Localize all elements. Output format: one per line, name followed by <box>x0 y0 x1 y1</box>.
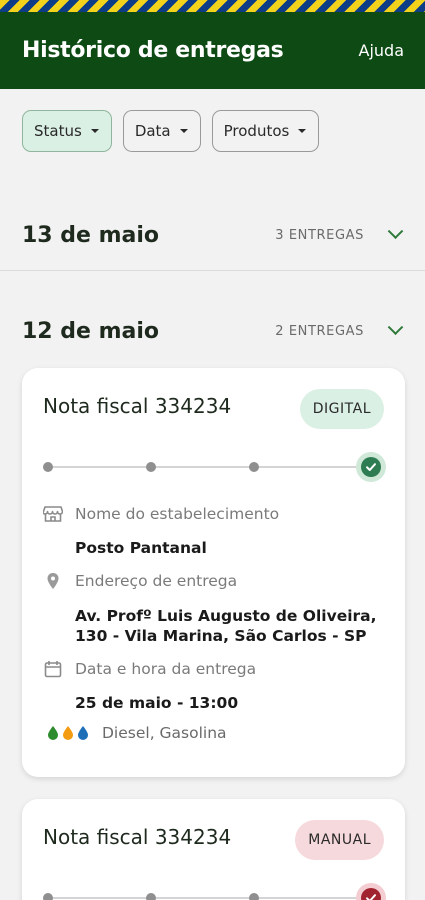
establishment-row: Nome do estabelecimento <box>43 504 279 524</box>
section-header-13-maio[interactable]: 13 de maio 3 ENTREGAS <box>0 217 425 253</box>
card-title: Nota fiscal 334234 <box>43 394 232 418</box>
fuel-drop-icon <box>48 726 58 740</box>
caret-down-icon <box>90 129 99 133</box>
filter-status-chip[interactable]: Status <box>22 110 112 152</box>
fuel-drop-icon <box>78 726 88 740</box>
filter-products-chip[interactable]: Produtos <box>211 110 320 152</box>
datetime-label: Data e hora da entrega <box>75 660 257 678</box>
card-title: Nota fiscal 334234 <box>43 825 232 849</box>
app-bar: Histórico de entregas Ajuda <box>0 12 425 89</box>
help-link[interactable]: Ajuda <box>359 41 405 60</box>
page-title: Histórico de entregas <box>22 38 284 63</box>
filter-bar: Status Data Produtos <box>22 110 320 152</box>
section-date: 12 de maio <box>22 318 160 344</box>
caret-down-icon <box>298 129 307 133</box>
progress-step <box>249 893 259 900</box>
progress-line <box>47 466 372 468</box>
filter-date-label: Data <box>134 122 171 140</box>
section-date: 13 de maio <box>22 222 160 248</box>
section-count: 3 ENTREGAS <box>275 227 364 243</box>
chevron-down-icon[interactable] <box>387 222 404 239</box>
progress-step <box>43 462 53 472</box>
progress-step <box>249 462 259 472</box>
delivery-progress <box>42 883 386 900</box>
chevron-down-icon[interactable] <box>387 318 404 335</box>
filter-products-label: Produtos <box>223 122 290 140</box>
establishment-label: Nome do estabelecimento <box>75 505 280 523</box>
delivery-progress <box>42 452 386 482</box>
location-pin-icon <box>43 571 63 591</box>
address-label: Endereço de entrega <box>75 572 238 590</box>
filter-date-chip[interactable]: Data <box>122 110 201 152</box>
status-badge: DIGITAL <box>299 389 384 429</box>
top-stripe <box>0 0 425 12</box>
fuel-icons <box>48 726 88 740</box>
section-divider <box>0 270 425 271</box>
progress-step <box>146 893 156 900</box>
error-circle-icon <box>356 883 386 900</box>
section-header-12-maio[interactable]: 12 de maio 2 ENTREGAS <box>0 313 425 349</box>
check-circle-icon <box>356 452 386 482</box>
filter-status-label: Status <box>34 122 82 140</box>
progress-step <box>43 893 53 900</box>
fuel-drop-icon <box>63 726 73 740</box>
section-count: 2 ENTREGAS <box>275 323 364 339</box>
address-row: Endereço de entrega <box>43 571 237 591</box>
delivery-card[interactable]: Nota fiscal 334234 MANUAL <box>22 799 405 900</box>
datetime-value: 25 de maio - 13:00 <box>75 694 239 712</box>
address-value: Av. Profº Luis Augusto de Oliveira, 130 … <box>75 607 377 645</box>
datetime-row: Data e hora da entrega <box>43 659 256 679</box>
store-icon <box>43 504 63 524</box>
delivery-card[interactable]: Nota fiscal 334234 DIGITAL Nome do estab… <box>22 368 405 777</box>
caret-down-icon <box>179 129 188 133</box>
fuel-types: Diesel, Gasolina <box>102 724 227 742</box>
progress-line <box>47 897 372 899</box>
status-badge: MANUAL <box>295 820 384 860</box>
progress-step <box>146 462 156 472</box>
calendar-icon <box>43 659 63 679</box>
establishment-value: Posto Pantanal <box>75 539 207 557</box>
